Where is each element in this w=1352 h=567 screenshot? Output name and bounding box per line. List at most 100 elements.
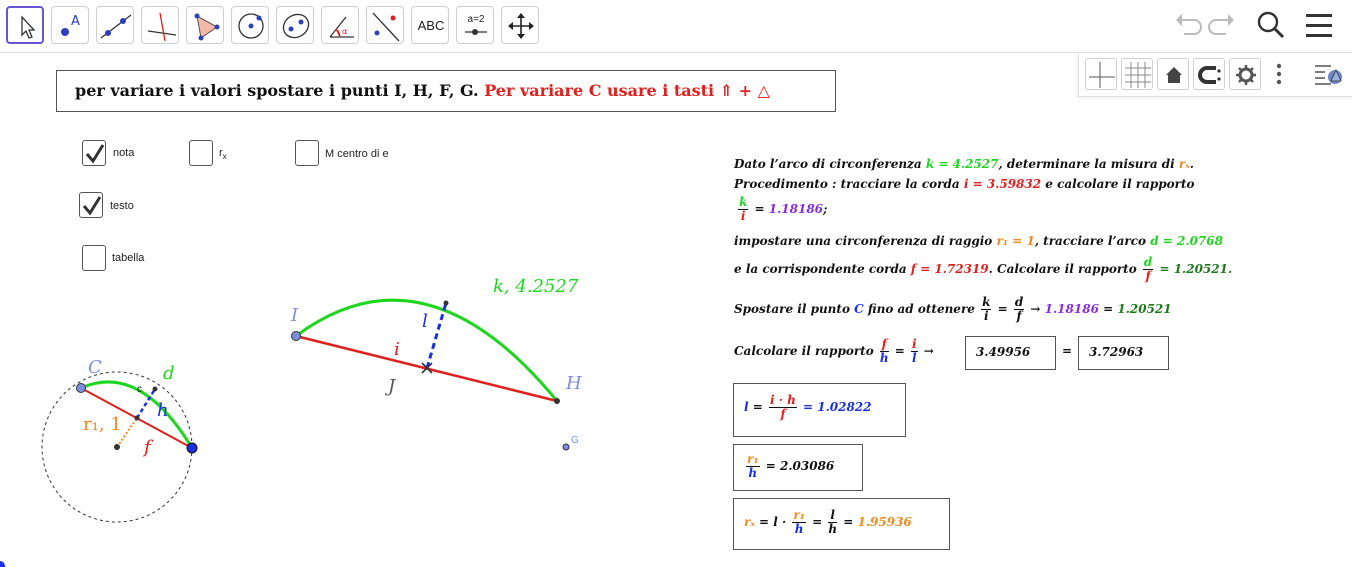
value-k: k = 4.2527 [925, 157, 999, 171]
reflect-line-icon [372, 12, 400, 42]
text-line-5: e la corrispondente corda f = 1.72319. C… [734, 256, 1232, 283]
result-box-rx: rₓ = l · r₁ h = lh = 1.95936 [733, 498, 950, 550]
t2a: Procedimento : tracciare la corda [734, 177, 964, 191]
fraction-l-h: lh [828, 509, 838, 536]
frac-num: k [981, 295, 992, 310]
value-i-over-l: 3.72963 [1089, 345, 1144, 359]
fraction-ih-f: i · hf [768, 393, 797, 421]
value-rx-label: rₓ [1178, 157, 1190, 171]
t7arrow: → [919, 344, 934, 358]
circle-center-icon [238, 13, 264, 39]
label-arc-k: k, 4.2527 [493, 276, 579, 297]
point-i[interactable] [291, 331, 301, 341]
slider-tool-button[interactable]: a=2 [456, 6, 494, 44]
graphics-style-bar [1078, 54, 1352, 97]
res-a: = l · [754, 515, 791, 529]
frac-den: i [983, 309, 989, 323]
frac-den: f [1145, 269, 1151, 283]
point-circle-end[interactable] [186, 442, 198, 454]
home-view-button[interactable] [1157, 58, 1189, 90]
fraction-d-f-2: df [1013, 295, 1025, 323]
style-bar-toggle-icon[interactable] [1311, 58, 1347, 90]
frac-num: i · h [768, 393, 797, 408]
value-f-over-h: 3.49956 [976, 345, 1031, 359]
frac-num: k [738, 195, 749, 210]
text-tool-button[interactable]: ABC [411, 6, 449, 44]
main-toolbar: A α ABC a=2 [0, 0, 1352, 53]
t2b: e calcolare il rapporto [1041, 177, 1195, 191]
text-line-7: Calcolare il rapporto fh = il → [734, 338, 934, 365]
move-view-tool-button[interactable] [501, 6, 539, 44]
frac-num: r₁ [746, 452, 760, 467]
point-h[interactable] [554, 398, 560, 404]
angle-tool-button[interactable]: α [321, 6, 359, 44]
ellipse-icon [282, 13, 310, 39]
value-box-f-h: 3.49956 [965, 336, 1056, 370]
more-options-icon[interactable] [1271, 58, 1287, 90]
fraction-f-h: fh [879, 338, 889, 365]
result-r1-h-expression: r₁ h = 2.03086 [744, 453, 834, 480]
axes-icon [1089, 62, 1115, 88]
t6a: Spostare il punto [734, 302, 855, 316]
text-line-3: ki = 1.18186; [736, 196, 827, 223]
search-icon[interactable] [1252, 0, 1288, 52]
menu-icon[interactable] [1302, 0, 1336, 52]
point-g[interactable] [562, 443, 570, 451]
frac-den: f [780, 407, 786, 421]
settings-button[interactable] [1229, 58, 1261, 90]
reflect-tool-button[interactable] [366, 6, 404, 44]
perpendicular-line-icon [147, 12, 177, 42]
ellipse-tool-button[interactable] [276, 6, 314, 44]
polygon-tool-button[interactable] [186, 6, 224, 44]
fraction-k-i-2: ki [981, 295, 992, 323]
circle-tool-button[interactable] [231, 6, 269, 44]
value-r1: r₁ = 1 [996, 234, 1035, 248]
segment-l[interactable] [425, 302, 448, 369]
angle-icon: α [329, 16, 354, 38]
perpendicular-tool-button[interactable] [141, 6, 179, 44]
value-d: d = 2.0768 [1150, 234, 1223, 248]
t7eq: = [890, 344, 910, 358]
line-tool-button[interactable] [96, 6, 134, 44]
value-f: f = 1.72319 [910, 262, 989, 276]
geometry-canvas[interactable]: I H J i l k, 4.2527 G C d c h f r₁, 1 [0, 96, 700, 567]
axes-toggle-button[interactable] [1085, 58, 1117, 90]
point-center[interactable] [114, 444, 120, 450]
grid-toggle-button[interactable] [1121, 58, 1153, 90]
t5a: e la corrispondente corda [734, 262, 911, 276]
move-tool-button[interactable] [6, 6, 44, 44]
res-eq2: = [839, 515, 858, 529]
text-line-4: impostare una circonferenza di raggio r₁… [734, 234, 1223, 248]
label-chord-i: i [394, 339, 400, 360]
point-small-c [152, 386, 158, 392]
point-c[interactable] [76, 383, 86, 393]
point-capture-button[interactable] [1193, 58, 1225, 90]
gear-icon [1236, 65, 1256, 85]
frac-num: l [828, 509, 838, 523]
magnet-icon [1198, 66, 1221, 84]
svg-text:A: A [71, 14, 80, 29]
undo-icon[interactable] [1170, 0, 1204, 52]
value-box-i-l: 3.72963 [1078, 336, 1169, 370]
res-rx: rₓ [744, 515, 755, 529]
fraction-k-i: ki [738, 195, 749, 223]
t6eq2: = [1098, 302, 1118, 316]
value-ratio-2: 1.20521 [1117, 302, 1172, 316]
label-segment-l: l [422, 311, 428, 332]
res-eq: = [748, 400, 767, 414]
label-point-small-c: c [137, 384, 142, 395]
label-radius-r1: r₁, 1 [83, 414, 122, 435]
point-tool-button[interactable]: A [51, 6, 89, 44]
redo-icon[interactable] [1206, 0, 1240, 52]
fraction-r1-h: r₁ h [746, 453, 760, 480]
res-eq: = [807, 515, 827, 529]
t1a: Dato l’arco di circonferenza [734, 157, 926, 171]
frac-den: f [1016, 309, 1022, 323]
result-box-l: l = i · hf = 1.02822 [733, 383, 906, 437]
frac-den: h [748, 466, 758, 480]
frac-num-text: i · h [769, 393, 796, 407]
frac-num: d [1013, 295, 1025, 310]
result-l-expression: l = i · hf = 1.02822 [744, 394, 872, 421]
label-point-h: H [565, 373, 582, 394]
fraction-r1-h-2: r₁ h [792, 509, 806, 536]
